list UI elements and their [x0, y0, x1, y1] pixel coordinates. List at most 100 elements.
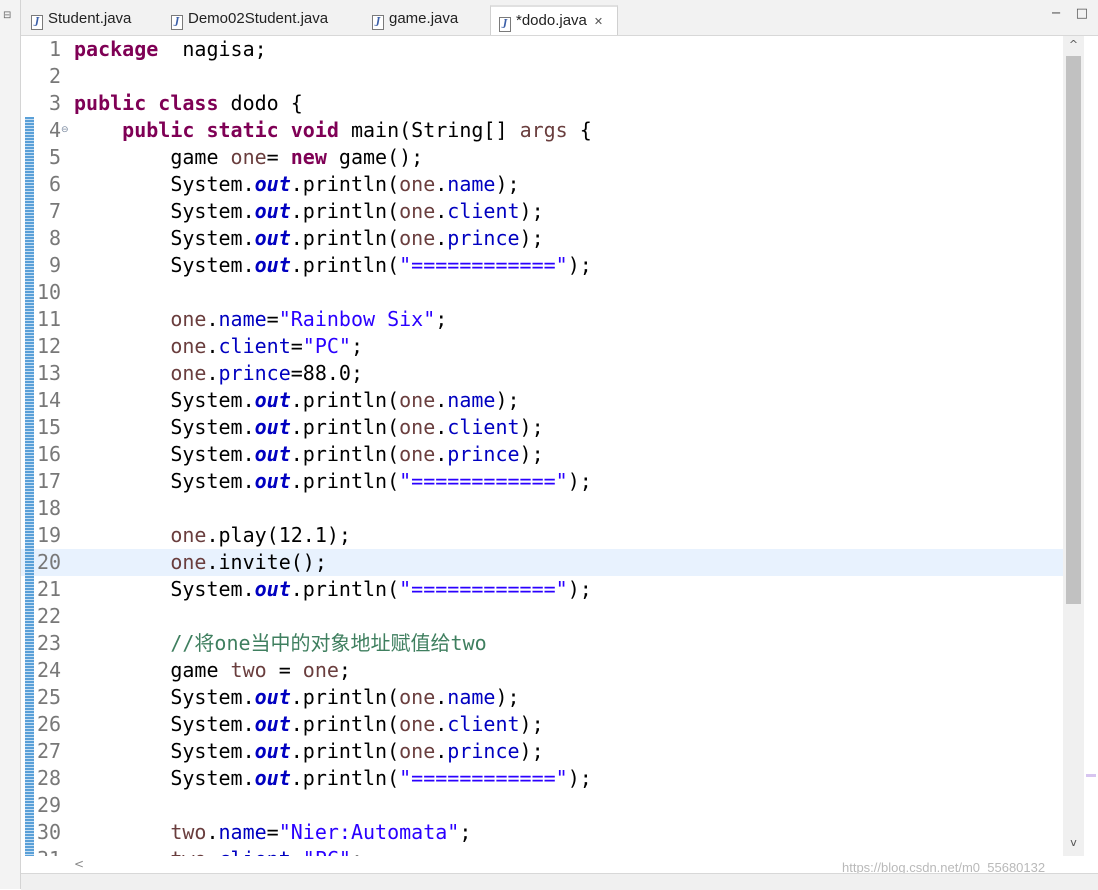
line-number: 10 [37, 280, 62, 304]
overview-marker[interactable] [1086, 774, 1096, 777]
code-token: out [254, 199, 291, 223]
code-token: . [435, 415, 448, 439]
code-token: .println( [290, 685, 400, 709]
code-line[interactable]: 4 ⊖ public static void main(String[] args… [21, 117, 1063, 144]
code-line[interactable]: 31 two.client="PC"; [21, 846, 1063, 856]
code-line[interactable]: 13 one.prince=88.0; [21, 360, 1063, 387]
code-token: out [254, 442, 291, 466]
code-line[interactable]: 18 [21, 495, 1063, 522]
change-indicator [25, 495, 34, 522]
code-token: = [266, 658, 303, 682]
code-line[interactable]: 14 System.out.println(one.name); [21, 387, 1063, 414]
line-number: 29 [37, 793, 62, 817]
code-line[interactable]: 16 System.out.println(one.prince); [21, 441, 1063, 468]
code-token: . [206, 361, 219, 385]
code-line[interactable]: 8 System.out.println(one.prince); [21, 225, 1063, 252]
code-token: ); [519, 226, 544, 250]
code-line[interactable]: 1 package nagisa; [21, 36, 1063, 63]
line-number: 25 [37, 685, 62, 709]
code-text: //将one当中的对象地址赋值给two [74, 630, 486, 657]
tab-label: game.java [389, 10, 459, 27]
code-token: two [230, 658, 267, 682]
code-line[interactable]: 17 System.out.println("============"); [21, 468, 1063, 495]
code-token: System. [74, 415, 255, 439]
collapse-icon[interactable]: ⊟ [3, 10, 11, 21]
change-indicator [25, 630, 34, 657]
tab-game-java[interactable]: Jgame.java [364, 5, 490, 35]
code-line[interactable]: 5 game one= new game(); [21, 144, 1063, 171]
code-token: System. [74, 388, 255, 412]
code-line[interactable]: 30 two.name="Nier:Automata"; [21, 819, 1063, 846]
line-number: 27 [37, 739, 62, 763]
code-line[interactable]: 3 public class dodo { [21, 90, 1063, 117]
code-line[interactable]: 28 System.out.println("============"); [21, 765, 1063, 792]
code-line[interactable]: 12 one.client="PC"; [21, 333, 1063, 360]
code-text: one.invite(); [74, 549, 327, 576]
change-indicator [25, 414, 34, 441]
close-icon[interactable]: ✕ [594, 16, 603, 28]
code-line[interactable]: 7 System.out.println(one.client); [21, 198, 1063, 225]
code-line[interactable]: 10 [21, 279, 1063, 306]
code-line[interactable]: 24 game two = one; [21, 657, 1063, 684]
code-line[interactable]: 2 [21, 63, 1063, 90]
tab-dodo-java[interactable]: J *dodo.java ✕ [490, 5, 618, 35]
tab-student-java[interactable]: J Student.java [23, 5, 161, 35]
code-token: name [218, 820, 267, 844]
code-text: two.name="Nier:Automata"; [74, 819, 471, 846]
code-token: System. [74, 253, 255, 277]
code-text: one.play(12.1); [74, 522, 351, 549]
code-line[interactable]: 20 one.invite(); [21, 549, 1063, 576]
code-line[interactable]: 9 System.out.println("============"); [21, 252, 1063, 279]
code-line[interactable]: 25 System.out.println(one.name); [21, 684, 1063, 711]
vertical-scrollbar[interactable]: ^ v [1063, 36, 1084, 856]
fold-toggle-icon[interactable]: ⊖ [61, 125, 69, 135]
change-indicator [25, 252, 34, 279]
code-token: { [567, 118, 592, 142]
code-token: out [254, 469, 291, 493]
code-line[interactable]: 21 System.out.println("============"); [21, 576, 1063, 603]
code-line[interactable]: 19 one.play(12.1); [21, 522, 1063, 549]
tab-demo02student-java[interactable]: J Demo02Student.java [163, 5, 361, 35]
code-line[interactable]: 29 [21, 792, 1063, 819]
line-number: 14 [37, 388, 62, 412]
scroll-down-icon[interactable]: v [1063, 836, 1084, 849]
code-text: public static void main(String[] args { [74, 117, 592, 144]
code-token: ); [495, 685, 520, 709]
line-number: 1 [48, 37, 61, 61]
code-token: .println( [290, 415, 400, 439]
code-token: one [302, 658, 339, 682]
java-file-icon: J [372, 15, 384, 30]
code-line[interactable]: 6 System.out.println(one.name); [21, 171, 1063, 198]
code-token: one [170, 307, 207, 331]
code-token: .println( [290, 766, 400, 790]
code-token: main(String[] [338, 118, 520, 142]
code-line[interactable]: 11 one.name="Rainbow Six"; [21, 306, 1063, 333]
code-line[interactable]: 15 System.out.println(one.client); [21, 414, 1063, 441]
code-token: out [254, 172, 291, 196]
line-number: 2 [48, 64, 61, 88]
code-token: out [254, 253, 291, 277]
tab-label: Student.java [48, 10, 132, 27]
line-number: 11 [37, 307, 62, 331]
scroll-up-icon[interactable]: ^ [1063, 38, 1084, 51]
code-token: package [74, 37, 159, 61]
code-editor[interactable]: 1 package nagisa; 2 3 public class dodo {4 ⊖ … [21, 36, 1063, 856]
code-line[interactable]: 22 [21, 603, 1063, 630]
maximize-icon[interactable]: □ [1076, 6, 1088, 21]
code-token: ); [519, 415, 544, 439]
code-token: ); [519, 442, 544, 466]
minimize-icon[interactable]: − [1051, 6, 1062, 21]
scrollbar-thumb[interactable] [1066, 56, 1081, 604]
code-token: name [447, 388, 496, 412]
code-line[interactable]: 27 System.out.println(one.prince); [21, 738, 1063, 765]
scroll-left-icon[interactable]: < [74, 857, 84, 871]
code-line[interactable]: 26 System.out.println(one.client); [21, 711, 1063, 738]
code-token: ; [350, 334, 364, 358]
code-token: name [218, 307, 267, 331]
code-line[interactable]: 23 //将one当中的对象地址赋值给two [21, 630, 1063, 657]
